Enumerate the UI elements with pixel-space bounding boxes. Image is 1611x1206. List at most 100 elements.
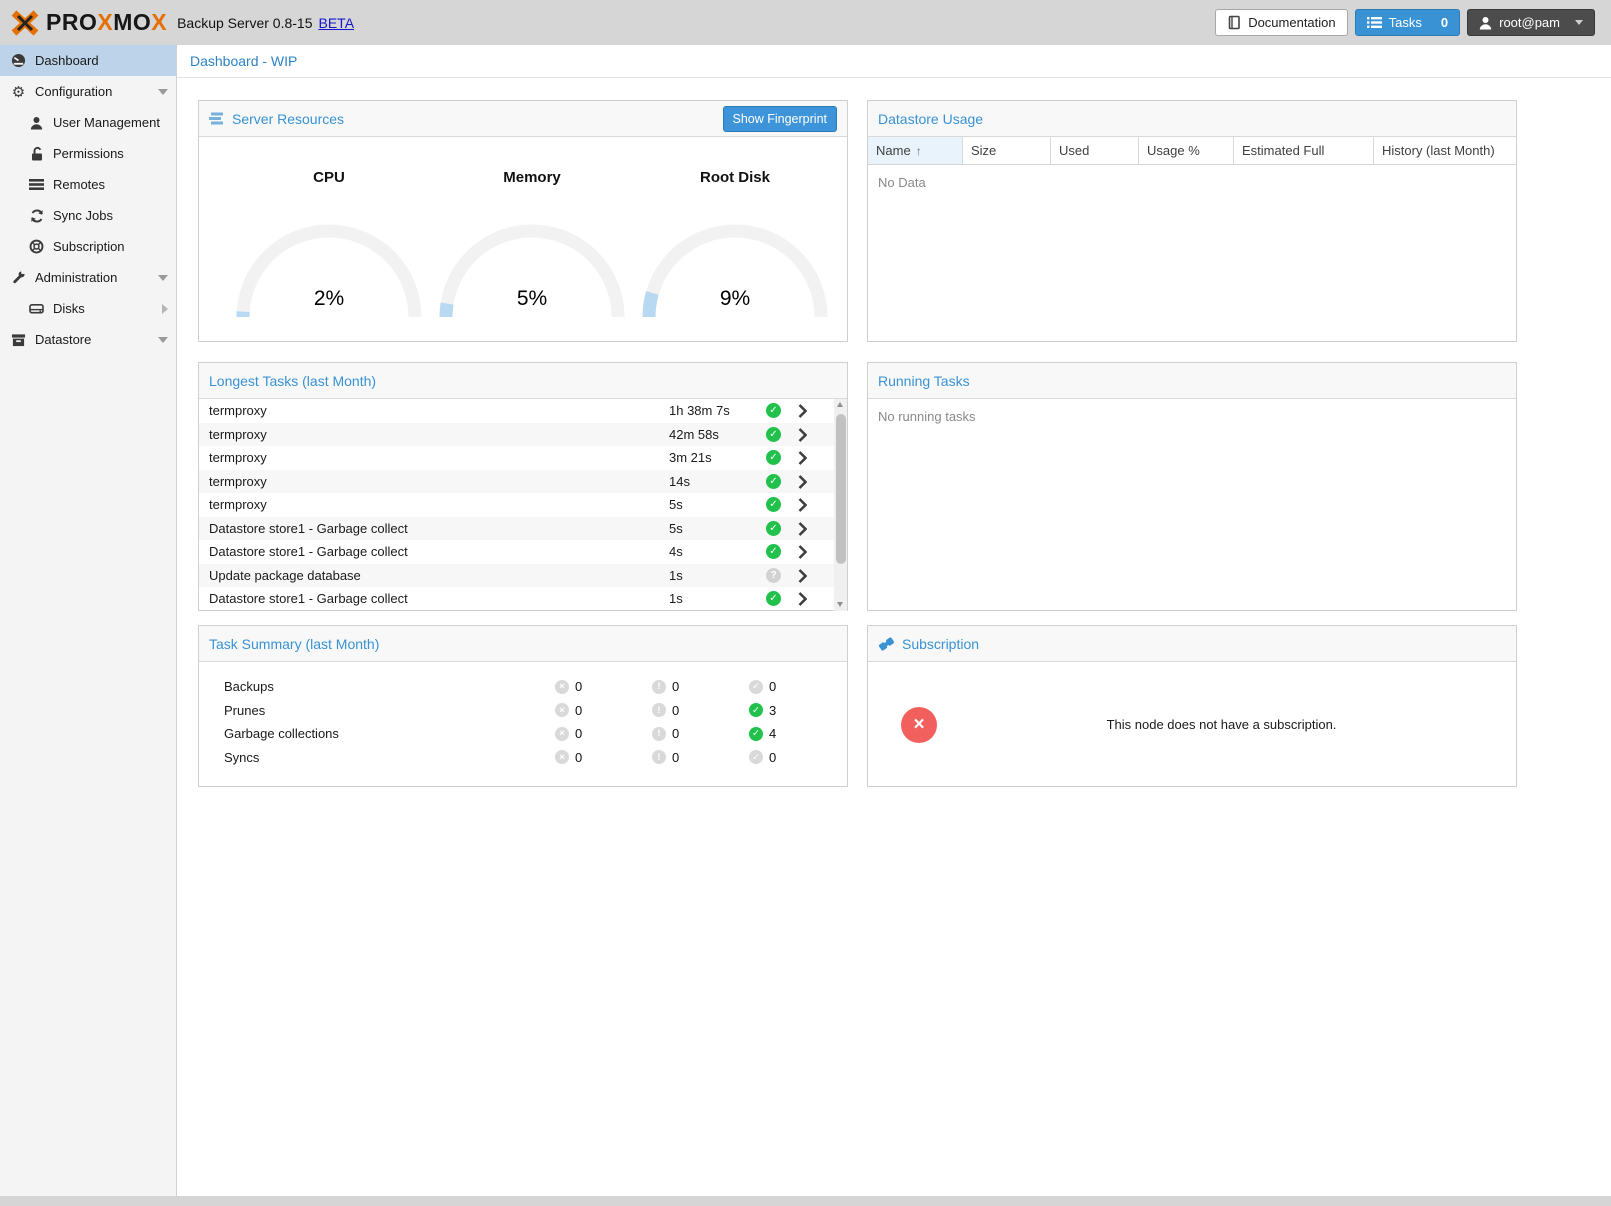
task-summary-panel: Task Summary (last Month) Backups × 0 ! … <box>198 625 848 787</box>
sidebar-item-datastore[interactable]: Datastore <box>0 324 176 355</box>
panel-title: Longest Tasks (last Month) <box>209 373 376 389</box>
summary-row-garbage-collections: Garbage collections × 0 ! 0 ✓ 4 <box>199 722 847 746</box>
summary-row-backups: Backups × 0 ! 0 ✓ 0 <box>199 675 847 699</box>
error-icon: × <box>555 750 569 764</box>
scrollbar[interactable] <box>834 399 847 611</box>
user-icon <box>1479 16 1492 30</box>
column-header-history[interactable]: History (last Month) <box>1374 137 1516 164</box>
task-row[interactable]: Datastore store1 - Garbage collect 4s ✓ <box>199 540 834 564</box>
server-resources-icon <box>209 112 225 125</box>
task-row[interactable]: termproxy 3m 21s ✓ <box>199 446 834 470</box>
proxmox-x-icon <box>10 9 40 37</box>
datastore-usage-panel: Datastore Usage Name↑ Size Used Usage % … <box>867 100 1517 342</box>
panel-title: Running Tasks <box>878 373 970 389</box>
chevron-right-icon[interactable] <box>798 451 807 465</box>
collapse-arrow-icon[interactable] <box>158 89 168 95</box>
chevron-right-icon[interactable] <box>798 498 807 512</box>
column-header-estimated-full[interactable]: Estimated Full <box>1234 137 1374 164</box>
expand-arrow-icon[interactable] <box>162 304 168 314</box>
column-header-used[interactable]: Used <box>1051 137 1139 164</box>
summary-row-prunes: Prunes × 0 ! 0 ✓ 3 <box>199 699 847 723</box>
task-row[interactable]: termproxy 5s ✓ <box>199 493 834 517</box>
task-row[interactable]: termproxy 42m 58s ✓ <box>199 423 834 447</box>
main-area: Dashboard - WIP Server Resources Show Fi… <box>177 45 1611 1196</box>
chevron-right-icon[interactable] <box>798 475 807 489</box>
no-subscription-icon: × <box>901 707 937 743</box>
cpu-percent: 2% <box>229 287 429 311</box>
chevron-right-icon[interactable] <box>798 545 807 559</box>
scroll-up-icon[interactable] <box>837 402 843 407</box>
error-icon: × <box>555 703 569 717</box>
task-row[interactable]: Datastore store1 - Garbage collect 5s ✓ <box>199 517 834 541</box>
error-icon: × <box>555 680 569 694</box>
root-disk-percent: 9% <box>635 287 835 311</box>
subscription-panel: Subscription × This node does not have a… <box>867 625 1517 787</box>
chevron-down-icon <box>1575 20 1583 25</box>
datastore-table-header: Name↑ Size Used Usage % Estimated Full H… <box>868 137 1516 165</box>
status-ok-icon: ✓ <box>766 497 781 512</box>
user-icon <box>28 116 45 130</box>
bottom-edge-strip <box>0 1196 1611 1206</box>
sidebar-item-sync-jobs[interactable]: Sync Jobs <box>0 200 176 231</box>
collapse-arrow-icon[interactable] <box>158 337 168 343</box>
status-ok-icon: ✓ <box>766 450 781 465</box>
error-icon: × <box>555 727 569 741</box>
ticket-icon <box>878 636 895 652</box>
summary-row-syncs: Syncs × 0 ! 0 ✓ 0 <box>199 746 847 770</box>
status-ok-icon: ✓ <box>766 403 781 418</box>
user-menu-button[interactable]: root@pam <box>1467 9 1595 36</box>
status-ok-icon: ✓ <box>766 544 781 559</box>
sidebar: Dashboard ⚙ Configuration User Managemen… <box>0 45 177 1196</box>
sidebar-item-disks[interactable]: Disks <box>0 293 176 324</box>
support-ring-icon <box>28 239 45 254</box>
proxmox-logo: PROXMOX <box>10 9 167 37</box>
task-row[interactable]: termproxy 14s ✓ <box>199 470 834 494</box>
beta-link[interactable]: BETA <box>319 15 355 31</box>
tasks-count-badge: 0 <box>1441 15 1448 30</box>
chevron-right-icon[interactable] <box>798 592 807 606</box>
panel-title: Subscription <box>902 636 979 652</box>
subscription-message: This node does not have a subscription. <box>937 717 1516 732</box>
column-header-name[interactable]: Name↑ <box>868 137 963 164</box>
status-ok-icon: ✓ <box>766 591 781 606</box>
chevron-right-icon[interactable] <box>798 569 807 583</box>
sidebar-item-configuration[interactable]: ⚙ Configuration <box>0 76 176 107</box>
chevron-right-icon[interactable] <box>798 522 807 536</box>
sidebar-item-remotes[interactable]: Remotes <box>0 169 176 200</box>
root-disk-gauge: Root Disk 9% <box>635 169 835 324</box>
collapse-arrow-icon[interactable] <box>158 275 168 281</box>
scroll-down-icon[interactable] <box>837 602 843 607</box>
task-row[interactable]: termproxy 1h 38m 7s ✓ <box>199 399 834 423</box>
column-header-size[interactable]: Size <box>963 137 1051 164</box>
longest-tasks-panel: Longest Tasks (last Month) termproxy 1h … <box>198 362 848 611</box>
column-header-usage[interactable]: Usage % <box>1139 137 1234 164</box>
sidebar-item-subscription[interactable]: Subscription <box>0 231 176 262</box>
ok-icon: ✓ <box>749 727 763 741</box>
status-unknown-icon: ? <box>766 568 781 583</box>
tasks-button[interactable]: Tasks 0 <box>1355 9 1460 36</box>
sidebar-item-permissions[interactable]: Permissions <box>0 138 176 169</box>
panel-title: Datastore Usage <box>878 111 983 127</box>
ok-icon: ✓ <box>749 680 763 694</box>
gears-icon: ⚙ <box>10 83 27 101</box>
scrollbar-thumb[interactable] <box>836 414 846 564</box>
ok-icon: ✓ <box>749 703 763 717</box>
chevron-right-icon[interactable] <box>798 404 807 418</box>
task-row[interactable]: Datastore store1 - Garbage collect 1s ✓ <box>199 587 834 611</box>
unlock-icon <box>28 146 45 161</box>
documentation-button[interactable]: Documentation <box>1215 9 1347 36</box>
show-fingerprint-button[interactable]: Show Fingerprint <box>723 106 838 132</box>
warning-icon: ! <box>652 750 666 764</box>
running-tasks-panel: Running Tasks No running tasks <box>867 362 1517 611</box>
warning-icon: ! <box>652 680 666 694</box>
remotes-list-icon <box>28 178 45 191</box>
task-row[interactable]: Update package database 1s ? <box>199 564 834 588</box>
ok-icon: ✓ <box>749 750 763 764</box>
no-data-text: No Data <box>868 165 1516 200</box>
no-running-tasks-text: No running tasks <box>868 399 1516 434</box>
sidebar-item-administration[interactable]: Administration <box>0 262 176 293</box>
cpu-gauge: CPU 2% <box>229 169 429 324</box>
sidebar-item-dashboard[interactable]: Dashboard <box>0 45 176 76</box>
sidebar-item-user-management[interactable]: User Management <box>0 107 176 138</box>
chevron-right-icon[interactable] <box>798 428 807 442</box>
